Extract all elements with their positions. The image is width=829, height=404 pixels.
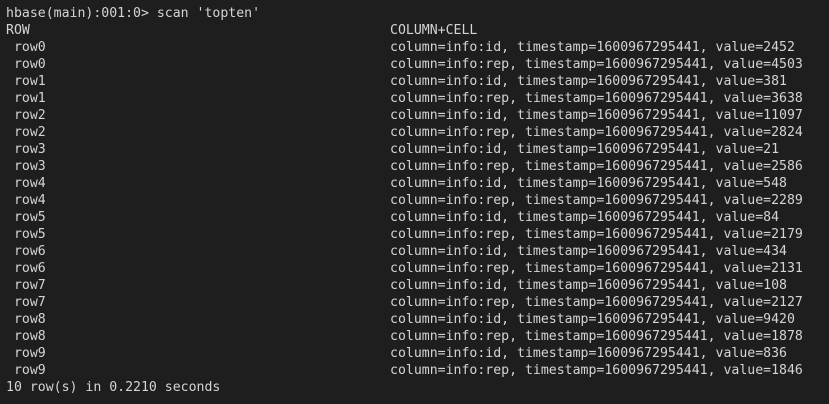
- table-row: row2 column=info:rep, timestamp=160096729…: [6, 124, 826, 141]
- column-cell: column=info:rep, timestamp=1600967295441…: [390, 295, 803, 310]
- row-key: row7: [6, 278, 46, 293]
- column-cell: column=info:id, timestamp=1600967295441,…: [390, 108, 803, 123]
- table-row: row4 column=info:rep, timestamp=160096729…: [6, 192, 826, 209]
- column-cell: column=info:id, timestamp=1600967295441,…: [390, 40, 795, 55]
- column-cell: column=info:id, timestamp=1600967295441,…: [390, 244, 787, 259]
- row-key: row8: [6, 329, 46, 344]
- column-cell: column=info:id, timestamp=1600967295441,…: [390, 210, 780, 225]
- table-row: row8 column=info:rep, timestamp=160096729…: [6, 328, 826, 345]
- row-key: row6: [6, 244, 46, 259]
- row-key: row2: [6, 125, 46, 140]
- table-row: row7 column=info:id, timestamp=1600967295…: [6, 277, 826, 294]
- row-key: row9: [6, 346, 46, 361]
- column-cell: column=info:id, timestamp=1600967295441,…: [390, 346, 787, 361]
- header-row-label: ROW: [6, 23, 30, 38]
- table-header: ROW COLUMN+CELL: [6, 22, 826, 39]
- table-row: row9 column=info:rep, timestamp=160096729…: [6, 362, 826, 379]
- column-cell: column=info:rep, timestamp=1600967295441…: [390, 159, 803, 174]
- column-cell: column=info:rep, timestamp=1600967295441…: [390, 125, 803, 140]
- table-row: row1 column=info:rep, timestamp=160096729…: [6, 90, 826, 107]
- row-key: row5: [6, 227, 46, 242]
- column-cell: column=info:id, timestamp=1600967295441,…: [390, 278, 787, 293]
- row-key: row6: [6, 261, 46, 276]
- table-row: row3 column=info:id, timestamp=1600967295…: [6, 141, 826, 158]
- table-row: row0 column=info:rep, timestamp=160096729…: [6, 56, 826, 73]
- table-row: row5 column=info:id, timestamp=1600967295…: [6, 209, 826, 226]
- table-row: row9 column=info:id, timestamp=1600967295…: [6, 345, 826, 362]
- row-key: row0: [6, 57, 46, 72]
- column-cell: column=info:id, timestamp=1600967295441,…: [390, 142, 780, 157]
- column-cell: column=info:id, timestamp=1600967295441,…: [390, 74, 787, 89]
- row-key: row5: [6, 210, 46, 225]
- row-key: row3: [6, 159, 46, 174]
- table-row: row4 column=info:id, timestamp=1600967295…: [6, 175, 826, 192]
- row-key: row9: [6, 363, 46, 378]
- column-cell: column=info:rep, timestamp=1600967295441…: [390, 193, 803, 208]
- row-key: row8: [6, 312, 46, 327]
- table-row: row1 column=info:id, timestamp=1600967295…: [6, 73, 826, 90]
- column-cell: column=info:rep, timestamp=1600967295441…: [390, 91, 803, 106]
- row-key: row0: [6, 40, 46, 55]
- table-row: row2 column=info:id, timestamp=1600967295…: [6, 107, 826, 124]
- row-key: row2: [6, 108, 46, 123]
- table-row: row0 column=info:id, timestamp=1600967295…: [6, 39, 826, 56]
- row-key: row1: [6, 91, 46, 106]
- column-cell: column=info:rep, timestamp=1600967295441…: [390, 261, 803, 276]
- row-key: row7: [6, 295, 46, 310]
- column-cell: column=info:rep, timestamp=1600967295441…: [390, 329, 803, 344]
- table-row: row6 column=info:rep, timestamp=160096729…: [6, 260, 826, 277]
- column-cell: column=info:id, timestamp=1600967295441,…: [390, 312, 795, 327]
- table-row: row3 column=info:rep, timestamp=160096729…: [6, 158, 826, 175]
- command-prompt-line: hbase(main):001:0> scan 'topten': [6, 6, 261, 21]
- row-key: row4: [6, 193, 46, 208]
- column-cell: column=info:rep, timestamp=1600967295441…: [390, 363, 803, 378]
- table-row: row8 column=info:id, timestamp=1600967295…: [6, 311, 826, 328]
- table-row: row6 column=info:id, timestamp=1600967295…: [6, 243, 826, 260]
- row-key: row4: [6, 176, 46, 191]
- header-cell-label: COLUMN+CELL: [390, 23, 478, 38]
- scan-results: row0 column=info:id, timestamp=1600967295…: [6, 39, 826, 379]
- table-row: row7 column=info:rep, timestamp=160096729…: [6, 294, 826, 311]
- column-cell: column=info:rep, timestamp=1600967295441…: [390, 227, 803, 242]
- column-cell: column=info:rep, timestamp=1600967295441…: [390, 57, 803, 72]
- summary-line: 10 row(s) in 0.2210 seconds: [6, 380, 221, 395]
- table-row: row5 column=info:rep, timestamp=160096729…: [6, 226, 826, 243]
- column-cell: column=info:id, timestamp=1600967295441,…: [390, 176, 787, 191]
- row-key: row1: [6, 74, 46, 89]
- terminal-output[interactable]: hbase(main):001:0> scan 'topten' ROW COL…: [6, 5, 826, 401]
- row-key: row3: [6, 142, 46, 157]
